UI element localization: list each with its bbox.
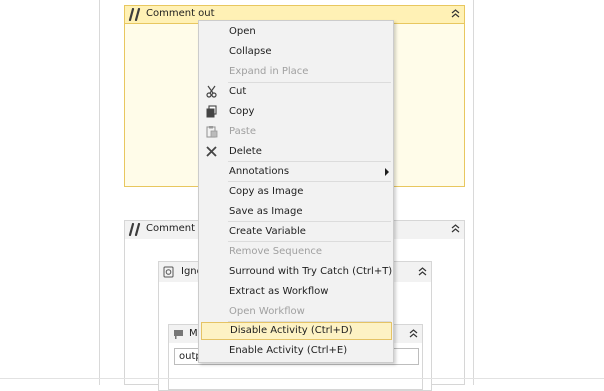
menu-item-open-workflow[interactable]: Open Workflow: [200, 303, 392, 321]
menu-item-copy[interactable]: Copy: [200, 103, 392, 121]
collapse-icon[interactable]: [450, 223, 461, 234]
message-icon: [174, 330, 183, 339]
menu-item-label: Paste: [229, 126, 256, 137]
menu-item-label: Expand in Place: [229, 66, 309, 77]
collapse-icon[interactable]: [417, 266, 428, 277]
menu-item-save-as-image[interactable]: Save as Image: [200, 203, 392, 221]
scissors-icon: [206, 85, 217, 98]
menu-separator: [228, 181, 391, 182]
menu-item-create-variable[interactable]: Create Variable: [200, 223, 392, 241]
frame-bottom-line: [0, 378, 604, 379]
menu-separator: [228, 241, 391, 242]
menu-separator: [228, 161, 391, 162]
copy-icon: [206, 105, 217, 118]
canvas-border-right: [473, 0, 474, 385]
menu-item-enable-activity[interactable]: Enable Activity (Ctrl+E): [200, 342, 392, 360]
menu-separator: [228, 221, 391, 222]
menu-item-expand-in-place[interactable]: Expand in Place: [200, 63, 392, 81]
collapse-icon[interactable]: [450, 8, 461, 19]
collapse-icon[interactable]: [408, 328, 419, 339]
menu-item-delete[interactable]: Delete: [200, 143, 392, 161]
menu-item-label: Cut: [229, 86, 247, 97]
menu-item-open[interactable]: Open: [200, 23, 392, 41]
delete-x-icon: [206, 146, 217, 157]
context-menu: Open Collapse Expand in Place Cut Copy P…: [198, 20, 394, 363]
activity-title: Comment out: [146, 8, 215, 19]
menu-item-annotations[interactable]: Annotations: [200, 163, 392, 181]
menu-item-label: Collapse: [229, 46, 272, 57]
submenu-arrow-icon: [385, 168, 389, 176]
menu-item-label: Surround with Try Catch (Ctrl+T): [229, 266, 393, 277]
menu-item-label: Copy: [229, 106, 255, 117]
comment-out-icon: [128, 223, 141, 236]
menu-item-surround-try-catch[interactable]: Surround with Try Catch (Ctrl+T): [200, 263, 392, 281]
menu-item-label: Copy as Image: [229, 186, 304, 197]
paste-icon: [206, 126, 218, 138]
menu-item-label: Enable Activity (Ctrl+E): [229, 345, 348, 356]
menu-item-collapse[interactable]: Collapse: [200, 43, 392, 61]
menu-item-remove-sequence[interactable]: Remove Sequence: [200, 243, 392, 261]
canvas-border-left: [99, 0, 100, 385]
menu-item-label: Create Variable: [229, 226, 306, 237]
ignore-icon: [163, 266, 174, 278]
menu-item-paste[interactable]: Paste: [200, 123, 392, 141]
comment-out-icon: [128, 8, 141, 21]
menu-item-copy-as-image[interactable]: Copy as Image: [200, 183, 392, 201]
menu-item-label: Delete: [229, 146, 262, 157]
menu-item-extract-as-workflow[interactable]: Extract as Workflow: [200, 283, 392, 301]
menu-item-label: Open Workflow: [229, 306, 305, 317]
menu-item-disable-activity[interactable]: Disable Activity (Ctrl+D): [201, 322, 392, 340]
menu-item-label: Disable Activity (Ctrl+D): [230, 325, 353, 336]
menu-item-label: Open: [229, 26, 256, 37]
menu-item-label: Save as Image: [229, 206, 303, 217]
menu-item-label: Annotations: [229, 166, 290, 177]
menu-item-label: Extract as Workflow: [229, 286, 329, 297]
menu-item-label: Remove Sequence: [229, 246, 323, 257]
menu-item-cut[interactable]: Cut: [200, 83, 392, 101]
